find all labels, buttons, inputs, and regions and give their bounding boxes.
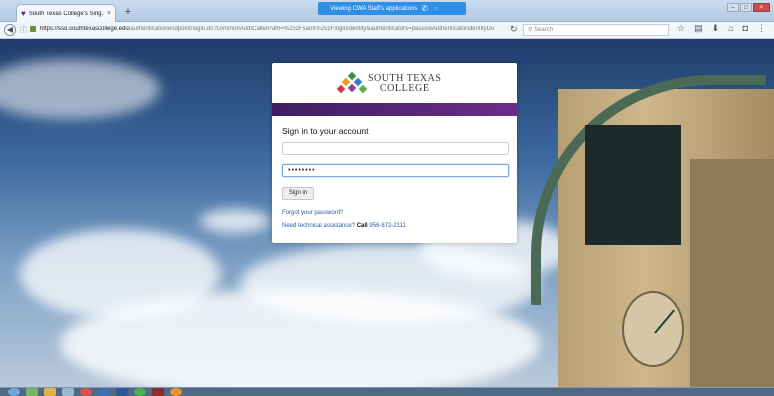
browser-tab[interactable]: ♥ South Texas College's Sing... × (16, 4, 116, 22)
close-window-button[interactable]: × (753, 3, 770, 12)
logo-line2: COLLEGE (379, 83, 430, 94)
tab-close-icon[interactable]: × (107, 10, 111, 17)
bookmark-star-icon[interactable]: ☆ (677, 23, 685, 34)
search-placeholder: Search (534, 27, 554, 33)
minimize-button[interactable]: – (727, 3, 739, 12)
phone-icon[interactable]: ✆ (421, 4, 428, 14)
taskbar (0, 387, 774, 396)
help-text: Need technical assistance? Call 956-872-… (282, 223, 406, 229)
clipboard-icon[interactable]: ▤ (694, 23, 703, 34)
screen-sharing-banner[interactable]: Viewing CWA Staff's applications ✆ ○ (318, 2, 466, 15)
reload-icon[interactable]: ↻ (510, 24, 518, 35)
browser-navbar: ◀ ⓘ https://sso.southtexascollege.edu/au… (0, 22, 774, 39)
site-info-icon[interactable]: ⓘ (20, 25, 27, 35)
taskbar-app-icon[interactable] (62, 388, 74, 396)
taskbar-app-icon[interactable] (116, 388, 128, 396)
username-field[interactable] (282, 142, 509, 155)
college-logo: SOUTH TEXAS COLLEGE (336, 71, 441, 95)
maximize-button[interactable]: □ (740, 3, 752, 12)
new-tab-button[interactable]: + (121, 6, 135, 19)
toolbar-icons: ☆ ▤ ⬇ ⌂ ◘ ⋮ (677, 23, 766, 34)
help-phone-link[interactable]: 956-872-2111 (369, 223, 405, 229)
help-prefix: Need technical assistance? (282, 223, 356, 229)
taskbar-app-icon[interactable] (44, 388, 56, 396)
forgot-password-link[interactable]: Forgot your password? (282, 210, 343, 216)
taskbar-app-icon[interactable] (170, 388, 182, 396)
tab-title: South Texas College's Sing... (28, 10, 104, 17)
taskbar-app-icon[interactable] (134, 388, 146, 396)
taskbar-app-icon[interactable] (26, 388, 38, 396)
home-icon[interactable]: ⌂ (728, 23, 733, 34)
cloud-decoration (0, 59, 160, 119)
search-input[interactable]: ⚲ Search (523, 24, 669, 36)
brand-bar (272, 103, 517, 116)
signin-button[interactable]: Sign in (282, 187, 314, 200)
taskbar-app-icon[interactable] (80, 388, 92, 396)
start-icon[interactable] (8, 388, 20, 396)
url-host: https://sso.southtexascollege.edu (40, 26, 129, 32)
menu-icon[interactable]: ⋮ (757, 23, 766, 34)
lock-icon[interactable] (30, 26, 36, 32)
close-sharing-icon[interactable]: ○ (434, 6, 438, 12)
building-window (585, 125, 681, 245)
favicon-icon: ♥ (21, 9, 26, 18)
help-call: Call (356, 223, 368, 229)
url-path: /authenticationendpoint/login.do?commonA… (128, 26, 495, 32)
taskbar-app-icon[interactable] (98, 388, 110, 396)
signin-heading: Sign in to your account (282, 126, 369, 136)
sharing-banner-text: Viewing CWA Staff's applications (330, 5, 418, 12)
logo-text: SOUTH TEXAS COLLEGE (368, 74, 441, 94)
cloud-decoration (200, 209, 270, 233)
logo-mark-icon (336, 71, 368, 95)
download-icon[interactable]: ⬇ (712, 23, 720, 34)
pocket-icon[interactable]: ◘ (743, 23, 748, 34)
address-bar[interactable]: https://sso.southtexascollege.edu/authen… (40, 26, 506, 32)
login-card: SOUTH TEXAS COLLEGE Sign in to your acco… (272, 63, 517, 243)
back-icon[interactable]: ◀ (4, 24, 16, 36)
browser-titlebar: ♥ South Texas College's Sing... × + View… (0, 0, 774, 22)
password-field[interactable]: •••••••• (282, 164, 509, 177)
taskbar-app-icon[interactable] (152, 388, 164, 396)
clock-icon (622, 291, 684, 367)
window-controls: – □ × (727, 3, 770, 12)
